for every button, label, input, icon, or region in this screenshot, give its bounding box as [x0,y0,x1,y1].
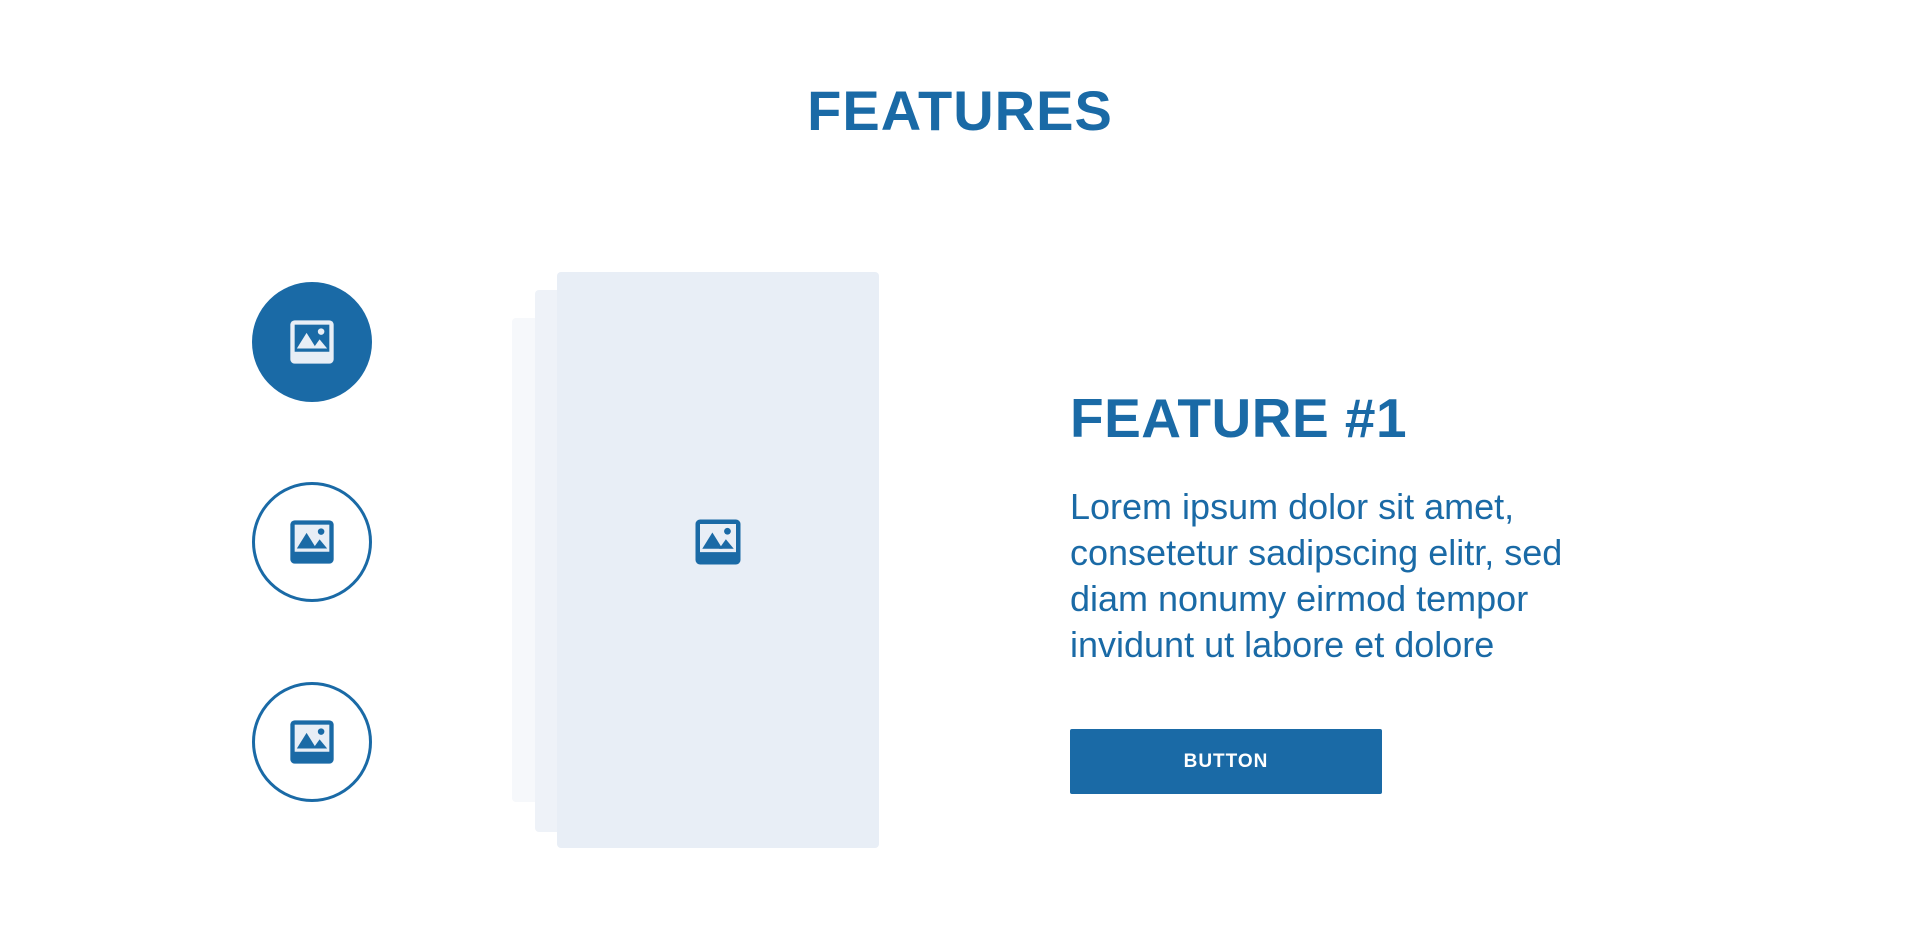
section-title: FEATURES [807,79,1113,142]
feature-heading: FEATURE #1 [1070,387,1408,449]
image-icon [695,519,741,565]
feature-tab-2[interactable] [252,482,372,602]
image-icon [290,720,334,764]
image-icon [290,320,334,364]
preview-card [557,272,879,848]
feature-tab-3[interactable] [252,682,372,802]
feature-tab-1[interactable] [252,282,372,402]
feature-button[interactable]: BUTTON [1070,729,1382,794]
feature-description: Lorem ipsum dolor sit amet, consetetur s… [1070,486,1563,665]
features-section: FEATURES FEATURE #1 Lorem ipsum dolor si… [0,0,1920,943]
image-icon [290,520,334,564]
